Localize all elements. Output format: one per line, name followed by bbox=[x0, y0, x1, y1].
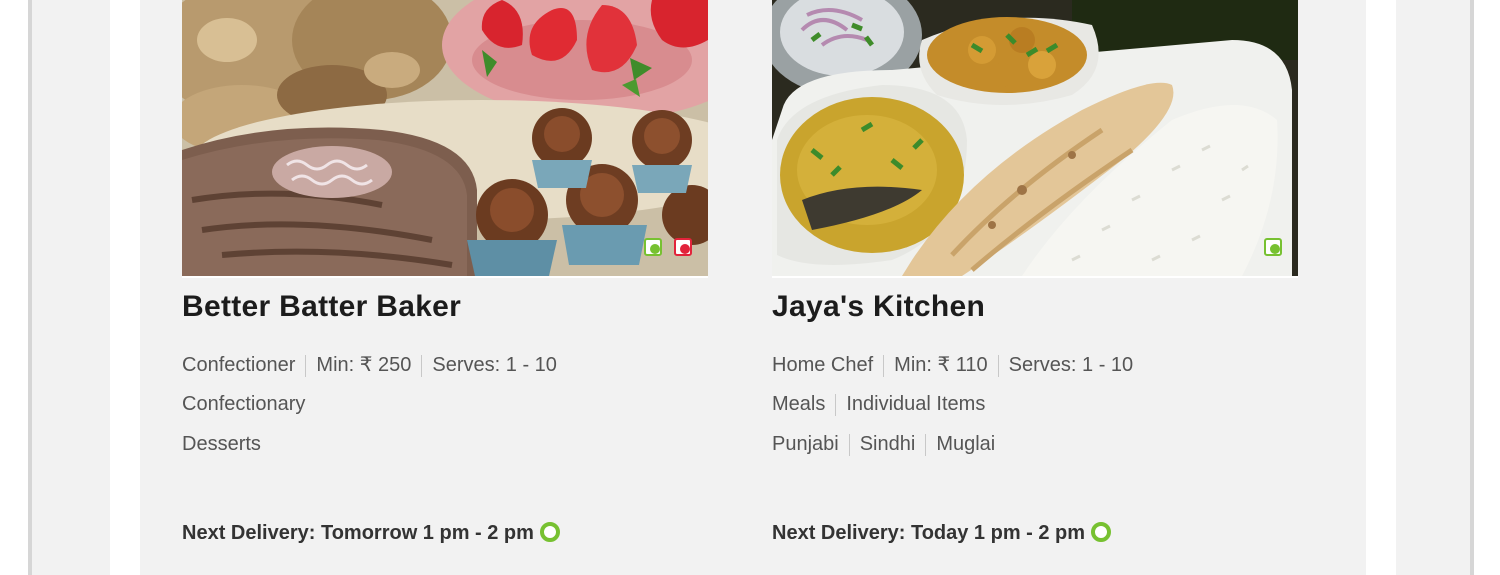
serves: Serves: 1 - 10 bbox=[432, 354, 557, 376]
desserts-photo[interactable] bbox=[182, 0, 708, 278]
serves: Serves: 1 - 10 bbox=[1008, 354, 1134, 376]
divider bbox=[421, 354, 423, 377]
chef-card-list: Better Batter Baker Confectioner Min: ₹ 2… bbox=[140, 0, 1366, 575]
next-delivery: Next Delivery: Tomorrow 1 pm - 2 pm bbox=[182, 521, 560, 545]
cuisine-tag: Muglai bbox=[936, 433, 996, 455]
thali-meal-photo[interactable] bbox=[772, 0, 1298, 278]
divider bbox=[835, 393, 837, 416]
veg-badge-icon bbox=[644, 238, 662, 256]
category-tag: Meals bbox=[772, 393, 826, 415]
category-list: Confectionary bbox=[182, 393, 305, 416]
cuisine-list: Punjabi Sindhi Muglai bbox=[772, 433, 995, 456]
chef-meta: Home Chef Min: ₹ 110 Serves: 1 - 10 bbox=[772, 352, 1133, 377]
category-tag: Confectionary bbox=[182, 393, 306, 415]
page-frame: Better Batter Baker Confectioner Min: ₹ 2… bbox=[28, 0, 1474, 575]
delivery-status-icon bbox=[1091, 521, 1112, 542]
min-order: Min: ₹ 110 bbox=[894, 354, 988, 376]
chef-card-jayas-kitchen[interactable]: Jaya's Kitchen Home Chef Min: ₹ 110 Serves… bbox=[754, 0, 1318, 562]
chef-card-better-batter-baker[interactable]: Better Batter Baker Confectioner Min: ₹ 2… bbox=[164, 0, 728, 562]
cuisine-tag: Punjabi bbox=[772, 433, 839, 455]
non-veg-badge-icon bbox=[674, 238, 692, 256]
content-column: Better Batter Baker Confectioner Min: ₹ 2… bbox=[110, 0, 1396, 575]
divider bbox=[997, 354, 999, 377]
divider bbox=[305, 354, 307, 377]
chef-meta: Confectioner Min: ₹ 250 Serves: 1 - 10 bbox=[182, 352, 557, 377]
chef-name[interactable]: Better Batter Baker bbox=[182, 290, 461, 324]
next-delivery-text: Next Delivery: Tomorrow 1 pm - 2 pm bbox=[182, 522, 534, 544]
cuisine-tag: Sindhi bbox=[859, 433, 916, 455]
delivery-status-icon bbox=[539, 521, 560, 542]
cuisine-tag: Desserts bbox=[182, 433, 261, 455]
next-delivery: Next Delivery: Today 1 pm - 2 pm bbox=[772, 521, 1112, 545]
divider bbox=[925, 433, 927, 456]
next-delivery-text: Next Delivery: Today 1 pm - 2 pm bbox=[772, 522, 1086, 544]
divider bbox=[848, 433, 850, 456]
veg-badge-icon bbox=[1264, 238, 1282, 256]
cuisine-list: Desserts bbox=[182, 433, 261, 456]
category-list: Meals Individual Items bbox=[772, 393, 985, 416]
chef-name[interactable]: Jaya's Kitchen bbox=[772, 290, 985, 324]
category-tag: Individual Items bbox=[846, 393, 986, 415]
chef-type: Confectioner bbox=[182, 354, 296, 376]
chef-type: Home Chef bbox=[772, 354, 874, 376]
divider bbox=[883, 354, 885, 377]
min-order: Min: ₹ 250 bbox=[316, 354, 412, 376]
